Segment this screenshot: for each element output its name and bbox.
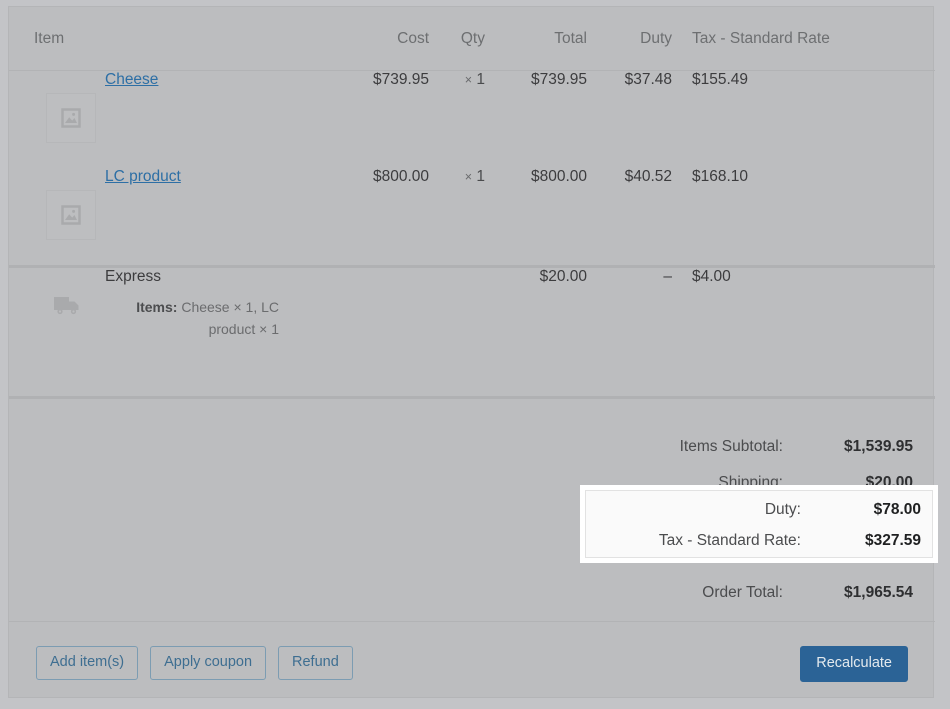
qty-multiply-symbol: × [465, 73, 472, 87]
shipping-row: Express Items: Cheese × 1, LC product × … [9, 267, 935, 398]
actions-row-container: Add item(s) Apply coupon Refund Recalcul… [9, 622, 935, 709]
product-name-cell: Cheese [105, 71, 340, 169]
refund-button[interactable]: Refund [278, 646, 353, 680]
shipping-cell-cost [340, 267, 435, 398]
totals-value: $1,539.95 [783, 429, 913, 465]
totals-row-items-subtotal: Items Subtotal: $1,539.95 [641, 429, 913, 465]
highlighted-totals-value: $327.59 [801, 525, 921, 556]
order-items-panel: Item Cost Qty Total Duty Tax - Standard … [8, 6, 934, 698]
highlighted-row-duty: Duty: $78.00 [659, 494, 921, 525]
highlighted-totals-value: $78.00 [801, 494, 921, 525]
order-items-table: Item Cost Qty Total Duty Tax - Standard … [9, 7, 935, 709]
table-header-row: Item Cost Qty Total Duty Tax - Standard … [9, 7, 935, 71]
column-header-cost: Cost [340, 7, 435, 71]
cell-cost: $739.95 [340, 71, 435, 169]
highlighted-row-tax: Tax - Standard Rate: $327.59 [659, 525, 921, 556]
qty-value: 1 [476, 71, 485, 88]
highlight-callout-box: Duty: $78.00 Tax - Standard Rate: $327.5… [580, 485, 938, 563]
cell-qty: × 1 [435, 71, 495, 169]
shipping-method-name: Express [105, 268, 340, 286]
table-row: LC product $800.00 × 1 $800.00 $40.52 $1… [9, 168, 935, 267]
shipping-cell-duty: – [595, 267, 680, 398]
highlight-callout-inner: Duty: $78.00 Tax - Standard Rate: $327.5… [585, 490, 933, 558]
highlighted-totals-label: Tax - Standard Rate: [659, 525, 801, 556]
truck-icon [53, 294, 81, 316]
recalculate-button[interactable]: Recalculate [800, 646, 908, 682]
totals-label: Items Subtotal: [641, 429, 783, 465]
add-items-button[interactable]: Add item(s) [36, 646, 138, 680]
product-link[interactable]: LC product [105, 168, 181, 185]
cell-total: $800.00 [495, 168, 595, 267]
cell-total: $739.95 [495, 71, 595, 169]
shipping-items-detail: Items: Cheese × 1, LC product × 1 [105, 297, 279, 340]
column-header-duty: Duty [595, 7, 680, 71]
qty-multiply-symbol: × [465, 170, 472, 184]
cell-qty: × 1 [435, 168, 495, 267]
shipping-cell-tax: $4.00 [680, 267, 935, 398]
highlighted-totals-label: Duty: [659, 494, 801, 525]
cell-duty: $37.48 [595, 71, 680, 169]
totals-value: $1,965.54 [783, 575, 913, 611]
cell-cost: $800.00 [340, 168, 435, 267]
product-thumbnail-cell [9, 71, 105, 169]
shipping-items-label: Items: [136, 299, 177, 315]
shipping-icon-cell [9, 267, 105, 398]
shipping-items-value: Cheese × 1, LC product × 1 [181, 299, 279, 337]
order-items-panel-screen: Item Cost Qty Total Duty Tax - Standard … [0, 0, 950, 705]
column-header-item: Item [9, 7, 340, 71]
totals-row-order-total: Order Total: $1,965.54 [641, 575, 913, 611]
column-header-total: Total [495, 7, 595, 71]
totals-label: Order Total: [641, 575, 783, 611]
image-placeholder-icon [46, 190, 96, 240]
secondary-actions-group: Add item(s) Apply coupon Refund [36, 646, 353, 680]
cell-tax: $155.49 [680, 71, 935, 169]
column-header-qty: Qty [435, 7, 495, 71]
product-thumbnail-cell [9, 168, 105, 267]
image-placeholder-icon [46, 93, 96, 143]
shipping-name-cell: Express Items: Cheese × 1, LC product × … [105, 267, 340, 398]
qty-value: 1 [476, 168, 485, 185]
table-row: Cheese $739.95 × 1 $739.95 $37.48 $155.4… [9, 71, 935, 169]
order-actions-bar: Add item(s) Apply coupon Refund Recalcul… [9, 622, 935, 709]
product-name-cell: LC product [105, 168, 340, 267]
product-link[interactable]: Cheese [105, 71, 158, 88]
cell-tax: $168.10 [680, 168, 935, 267]
shipping-cell-total: $20.00 [495, 267, 595, 398]
column-header-tax: Tax - Standard Rate [680, 7, 935, 71]
cell-duty: $40.52 [595, 168, 680, 267]
apply-coupon-button[interactable]: Apply coupon [150, 646, 266, 680]
highlighted-totals-table: Duty: $78.00 Tax - Standard Rate: $327.5… [659, 494, 921, 556]
shipping-cell-qty [435, 267, 495, 398]
